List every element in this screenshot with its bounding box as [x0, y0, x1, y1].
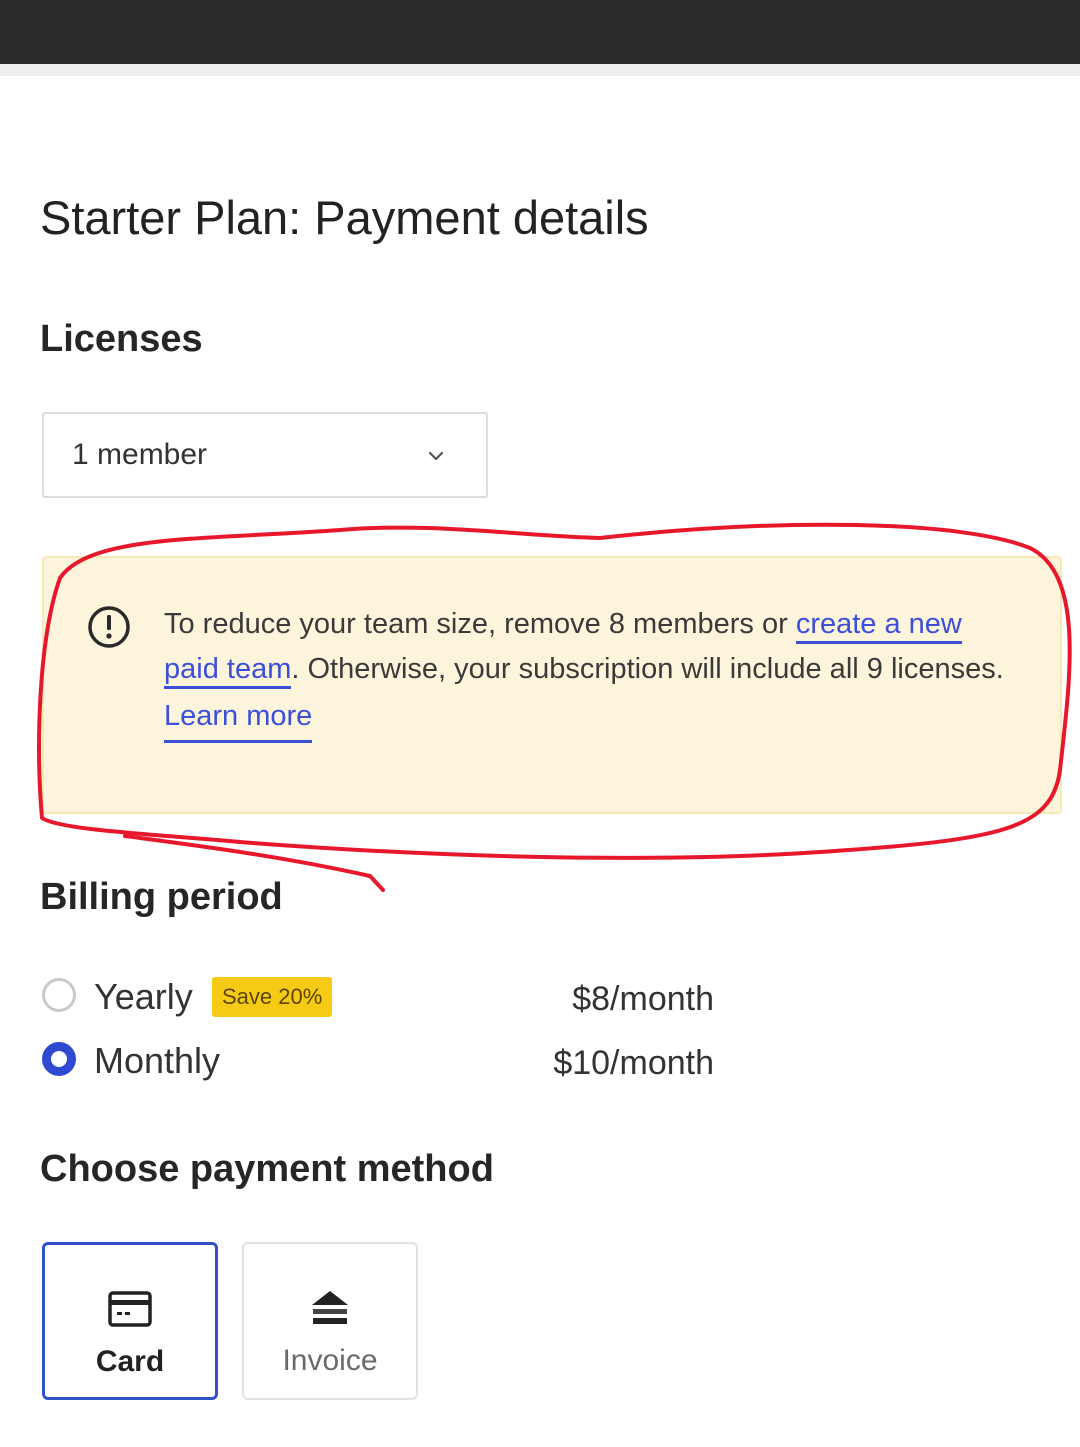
monthly-price: $10/month [553, 1044, 714, 1082]
billing-option-yearly[interactable]: Yearly Save 20% $8/month [40, 972, 760, 1022]
card-label: Card [95, 1345, 165, 1378]
warning-message: To reduce your team size, remove 8 membe… [164, 602, 1024, 743]
browser-top-bar [0, 0, 1080, 64]
payment-method-card[interactable]: Card [42, 1242, 218, 1400]
monthly-label: Monthly [94, 1040, 221, 1081]
billing-period-heading: Billing period [40, 876, 283, 918]
alert-circle-icon [88, 606, 130, 648]
yearly-radio[interactable] [42, 978, 76, 1012]
licenses-select[interactable]: 1 member [42, 412, 488, 498]
yearly-price: $8/month [572, 980, 714, 1018]
billing-option-monthly[interactable]: Monthly $10/month [40, 1036, 760, 1086]
warning-text-end: . Otherwise, your subscription will incl… [291, 653, 1004, 685]
payment-method-invoice[interactable]: Invoice [242, 1242, 418, 1400]
yearly-label: Yearly [94, 976, 193, 1017]
page-title: Starter Plan: Payment details [40, 191, 649, 244]
invoice-label: Invoice [282, 1344, 378, 1377]
licenses-select-value: 1 member [72, 438, 208, 471]
bank-icon [312, 1291, 348, 1324]
chevron-down-icon [428, 451, 444, 461]
team-size-warning: To reduce your team size, remove 8 membe… [42, 556, 1062, 814]
payment-method-heading: Choose payment method [40, 1148, 494, 1190]
learn-more-link[interactable]: Learn more [164, 694, 313, 743]
top-bar-divider [0, 64, 1080, 76]
warning-text-start: To reduce your team size, remove 8 membe… [164, 608, 796, 640]
monthly-radio[interactable] [42, 1042, 76, 1076]
credit-card-icon [108, 1291, 152, 1327]
licenses-heading: Licenses [40, 318, 203, 360]
save-badge: Save 20% [212, 977, 333, 1017]
